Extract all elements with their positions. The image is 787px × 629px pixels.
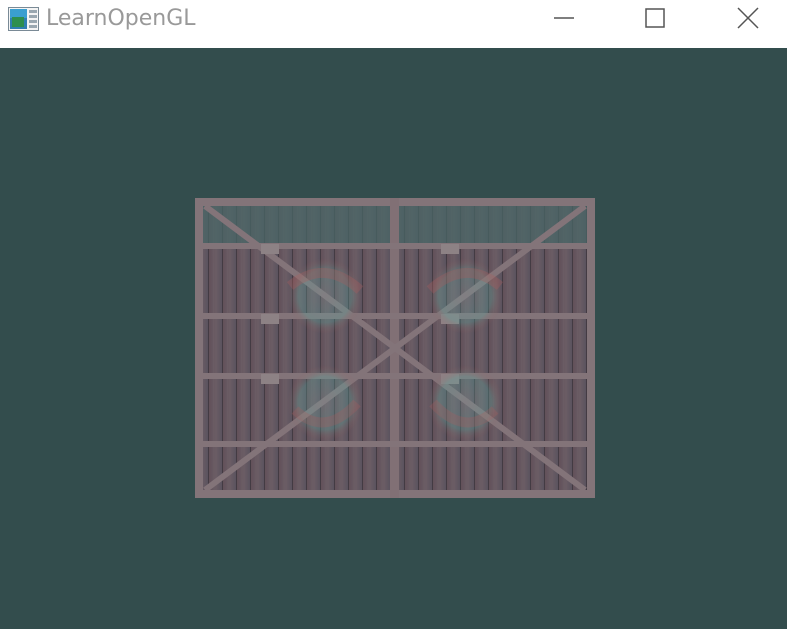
maximize-icon bbox=[645, 8, 665, 32]
close-button[interactable] bbox=[725, 0, 771, 40]
opengl-viewport[interactable] bbox=[0, 48, 787, 629]
minimize-button[interactable] bbox=[541, 0, 587, 40]
textured-quad bbox=[195, 198, 595, 498]
app-icon bbox=[8, 7, 39, 31]
minimize-icon bbox=[554, 8, 574, 32]
maximize-button[interactable] bbox=[632, 0, 678, 40]
window-title: LearnOpenGL bbox=[46, 6, 196, 31]
close-icon bbox=[737, 7, 759, 33]
container-texture bbox=[195, 198, 595, 498]
app-window: LearnOpenGL bbox=[0, 0, 787, 629]
title-bar[interactable]: LearnOpenGL bbox=[0, 0, 787, 48]
